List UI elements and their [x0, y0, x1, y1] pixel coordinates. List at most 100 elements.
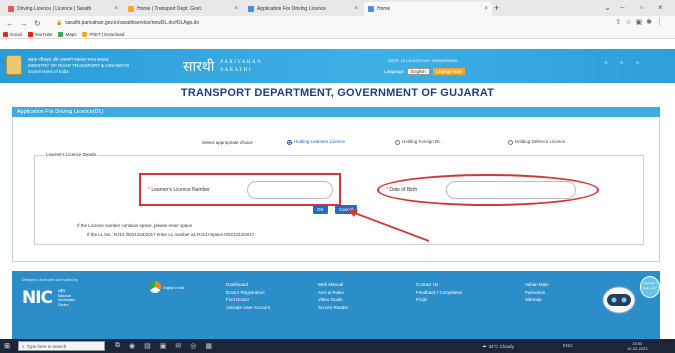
digital-india-logo[interactable]: Digital India — [149, 281, 184, 293]
bookmark-label: Gmail — [10, 31, 22, 37]
weather-text: 34°C Cloudy — [488, 343, 514, 349]
chatbot-robot-icon[interactable] — [600, 280, 638, 316]
youtube-icon — [27, 31, 33, 37]
address-bar-row: ← → ↻ 🔒 sarathi.parivahan.gov.in/sarathi… — [0, 16, 675, 30]
change-language-button[interactable]: Change Now — [432, 68, 465, 75]
taskbar-search[interactable]: ⌕ Type here to search — [18, 341, 105, 351]
footer-link[interactable]: Doctor Registration — [226, 289, 270, 297]
nic-sub-line: Informatics — [58, 298, 76, 302]
radio-label: Holding Foreign DL — [402, 139, 441, 144]
dob-label: * Date of Birth — [386, 187, 417, 193]
dob-input[interactable] — [446, 181, 576, 199]
required-marker: * — [386, 187, 388, 193]
browser-tab-application[interactable]: Application For Driving Licence × — [244, 2, 362, 16]
ll-number-label: * Learner's Licence Number — [148, 187, 210, 193]
file-explorer-icon[interactable]: ▤ — [144, 342, 151, 350]
radio-selected-icon — [287, 139, 292, 145]
department-title: TRANSPORT DEPARTMENT, GOVERNMENT OF GUJA… — [180, 87, 495, 99]
radio-unselected-icon — [395, 139, 400, 145]
nic-logo[interactable]: NIC — [22, 288, 53, 308]
close-tab-icon[interactable]: × — [354, 6, 358, 12]
footer-column-2: Web Manual Acts & Rules Video Guide Scre… — [318, 281, 348, 311]
site-footer: Designed, developed and hosted by NIC रा… — [12, 271, 660, 339]
language-select[interactable]: English — [407, 68, 430, 75]
footer-link[interactable]: Activate User Account — [226, 304, 270, 312]
ll-number-label-text: Learner's Licence Number — [151, 187, 210, 193]
radio-label: Holding Defence Licence — [515, 139, 566, 144]
cancel-button[interactable]: Cancel — [335, 205, 358, 214]
minimize-icon[interactable]: – — [620, 3, 624, 12]
browser-tab-transport[interactable]: Home | Transport Dept. Govt. × — [124, 2, 242, 16]
tab-favicon-icon — [248, 6, 254, 12]
language-label: Language — [384, 69, 405, 74]
font-size-controls[interactable]: A A A — [604, 60, 645, 65]
licence-space-note: If the Licence number contains space, pl… — [77, 223, 193, 228]
tab-label: Home | Transport Dept. Govt. — [137, 6, 203, 12]
radio-holding-defence-licence[interactable]: Holding Defence Licence — [508, 139, 578, 145]
search-icon: ⌕ — [22, 343, 25, 349]
maximize-icon[interactable]: ▫ — [640, 3, 643, 12]
task-view-icon[interactable]: ⧉ — [115, 342, 120, 350]
footer-link[interactable]: Vahan Main — [525, 281, 549, 289]
mail-icon[interactable]: ✉ — [175, 342, 181, 350]
radio-holding-learners-licence[interactable]: Holding Learners Licence — [287, 139, 357, 145]
footer-link[interactable]: Sitemap — [525, 296, 549, 304]
windows-taskbar: ⊞ ⌕ Type here to search ⧉ ◉ ▤ ▣ ✉ ◎ ▦ — [0, 339, 675, 353]
language-tray[interactable]: ENG — [563, 343, 573, 348]
footer-link[interactable]: Contact Us — [416, 281, 462, 289]
window-dropdown-icon[interactable]: ⌄ — [604, 3, 611, 12]
new-tab-button[interactable]: + — [494, 3, 499, 13]
cloud-icon: ☁ — [482, 343, 487, 348]
bookmark-youtube[interactable]: YouTube — [27, 31, 52, 37]
radio-holding-foreign-dl[interactable]: Holding Foreign DL — [395, 139, 475, 145]
clock-date: 10-03-2023 — [627, 346, 648, 351]
ministry-name: सड़क परिवहन और राजमार्ग मंत्रालय भारत सर… — [28, 57, 129, 75]
phet-icon — [82, 31, 88, 37]
footer-credit: Designed, developed and hosted by — [22, 278, 78, 282]
digital-india-icon — [149, 281, 161, 293]
footer-link[interactable]: Video Guide — [318, 296, 348, 304]
header-date: DATE: 10-03-2023 DAY: WEDNESDAY — [388, 58, 458, 63]
bookmark-maps[interactable]: Maps — [58, 31, 77, 37]
tab-label: Application For Driving Licence — [257, 6, 326, 12]
close-tab-icon[interactable]: × — [484, 6, 488, 12]
app-icon[interactable]: ▦ — [205, 342, 212, 350]
edge-icon[interactable]: ◉ — [129, 342, 135, 350]
taskbar-weather[interactable]: ☁ 34°C Cloudy — [482, 343, 514, 349]
footer-link[interactable]: Dashboard — [226, 281, 270, 289]
dob-label-text: Date of Birth — [389, 187, 418, 193]
footer-link[interactable]: Acts & Rules — [318, 289, 348, 297]
reload-icon[interactable]: ↻ — [34, 19, 41, 28]
ministry-line: Government of India — [28, 69, 69, 74]
logo-line: PARIVAHAN — [220, 60, 263, 65]
chat-help-bubble[interactable]: How can I help you? — [640, 276, 660, 298]
logo-line: SARATHI — [220, 68, 253, 73]
close-tab-icon[interactable]: × — [234, 6, 238, 12]
footer-link[interactable]: Parivahan — [525, 289, 549, 297]
footer-link[interactable]: Web Manual — [318, 281, 348, 289]
ok-button[interactable]: OK — [313, 205, 328, 214]
store-icon[interactable]: ▣ — [160, 342, 167, 350]
ll-number-input[interactable] — [247, 181, 333, 199]
close-tab-icon[interactable]: × — [114, 6, 118, 12]
browser-tab-home[interactable]: Home × — [364, 2, 492, 16]
sarathi-logo[interactable]: सारथी PARIVAHAN SARATHI — [183, 54, 262, 80]
back-icon[interactable]: ← — [6, 19, 14, 28]
browser-toolbar-icons[interactable]: ⇪☆▣✱⋮ — [615, 18, 667, 26]
bookmark-phet[interactable]: PhET | Download — [82, 31, 124, 37]
footer-link[interactable]: Feedback / Complaints — [416, 289, 462, 297]
windows-start-icon[interactable]: ⊞ — [0, 342, 14, 350]
taskbar-clock[interactable]: 15:50 10-03-2023 — [627, 341, 647, 351]
footer-link[interactable]: FAQs — [416, 296, 462, 304]
close-window-icon[interactable]: × — [658, 3, 663, 12]
bookmark-label: Maps — [65, 31, 77, 37]
url-field[interactable]: 🔒 sarathi.parivahan.gov.in/sarathiservic… — [56, 18, 656, 28]
lock-icon: 🔒 — [56, 20, 63, 26]
browser-tab-driving-licence[interactable]: Driving Licence | Licence | Sarath × — [4, 2, 122, 16]
chrome-icon[interactable]: ◎ — [190, 342, 196, 350]
logo-hindi-text: सारथी — [183, 58, 215, 75]
forward-icon[interactable]: → — [20, 19, 28, 28]
footer-link[interactable]: Screen Reader — [318, 304, 348, 312]
footer-link[interactable]: Find Doctor — [226, 296, 270, 304]
bookmark-gmail[interactable]: Gmail — [3, 31, 22, 37]
